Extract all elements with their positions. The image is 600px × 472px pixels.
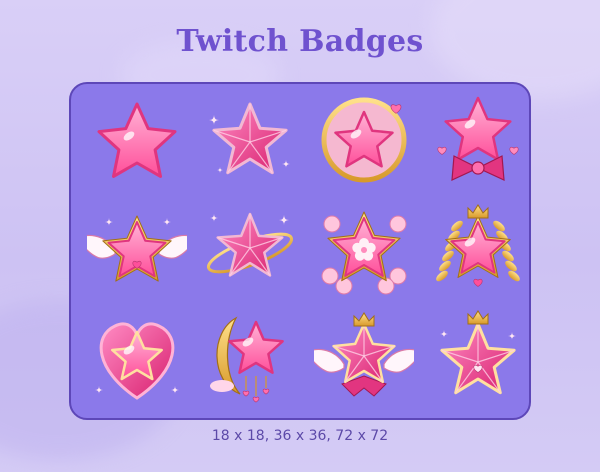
badge-grid <box>71 84 529 418</box>
star-in-ring-icon <box>314 90 414 190</box>
crowned-star-laurel-icon <box>428 198 528 298</box>
badge-panel <box>69 82 531 420</box>
ribbon-winged-star-icon <box>314 306 414 406</box>
crowned-faceted-star-icon <box>428 306 528 406</box>
star-with-bow-icon <box>428 90 528 190</box>
plain-star-icon <box>87 90 187 190</box>
heart-gem-star-icon <box>87 306 187 406</box>
moon-star-icon <box>200 306 300 406</box>
cherry-blossom-star-icon <box>314 198 414 298</box>
page-title: Twitch Badges <box>176 24 424 59</box>
star-with-orbit-ring-icon <box>200 198 300 298</box>
faceted-star-icon <box>200 90 300 190</box>
sizes-caption: 18 x 18, 36 x 36, 72 x 72 <box>211 428 389 444</box>
winged-star-icon <box>87 198 187 298</box>
